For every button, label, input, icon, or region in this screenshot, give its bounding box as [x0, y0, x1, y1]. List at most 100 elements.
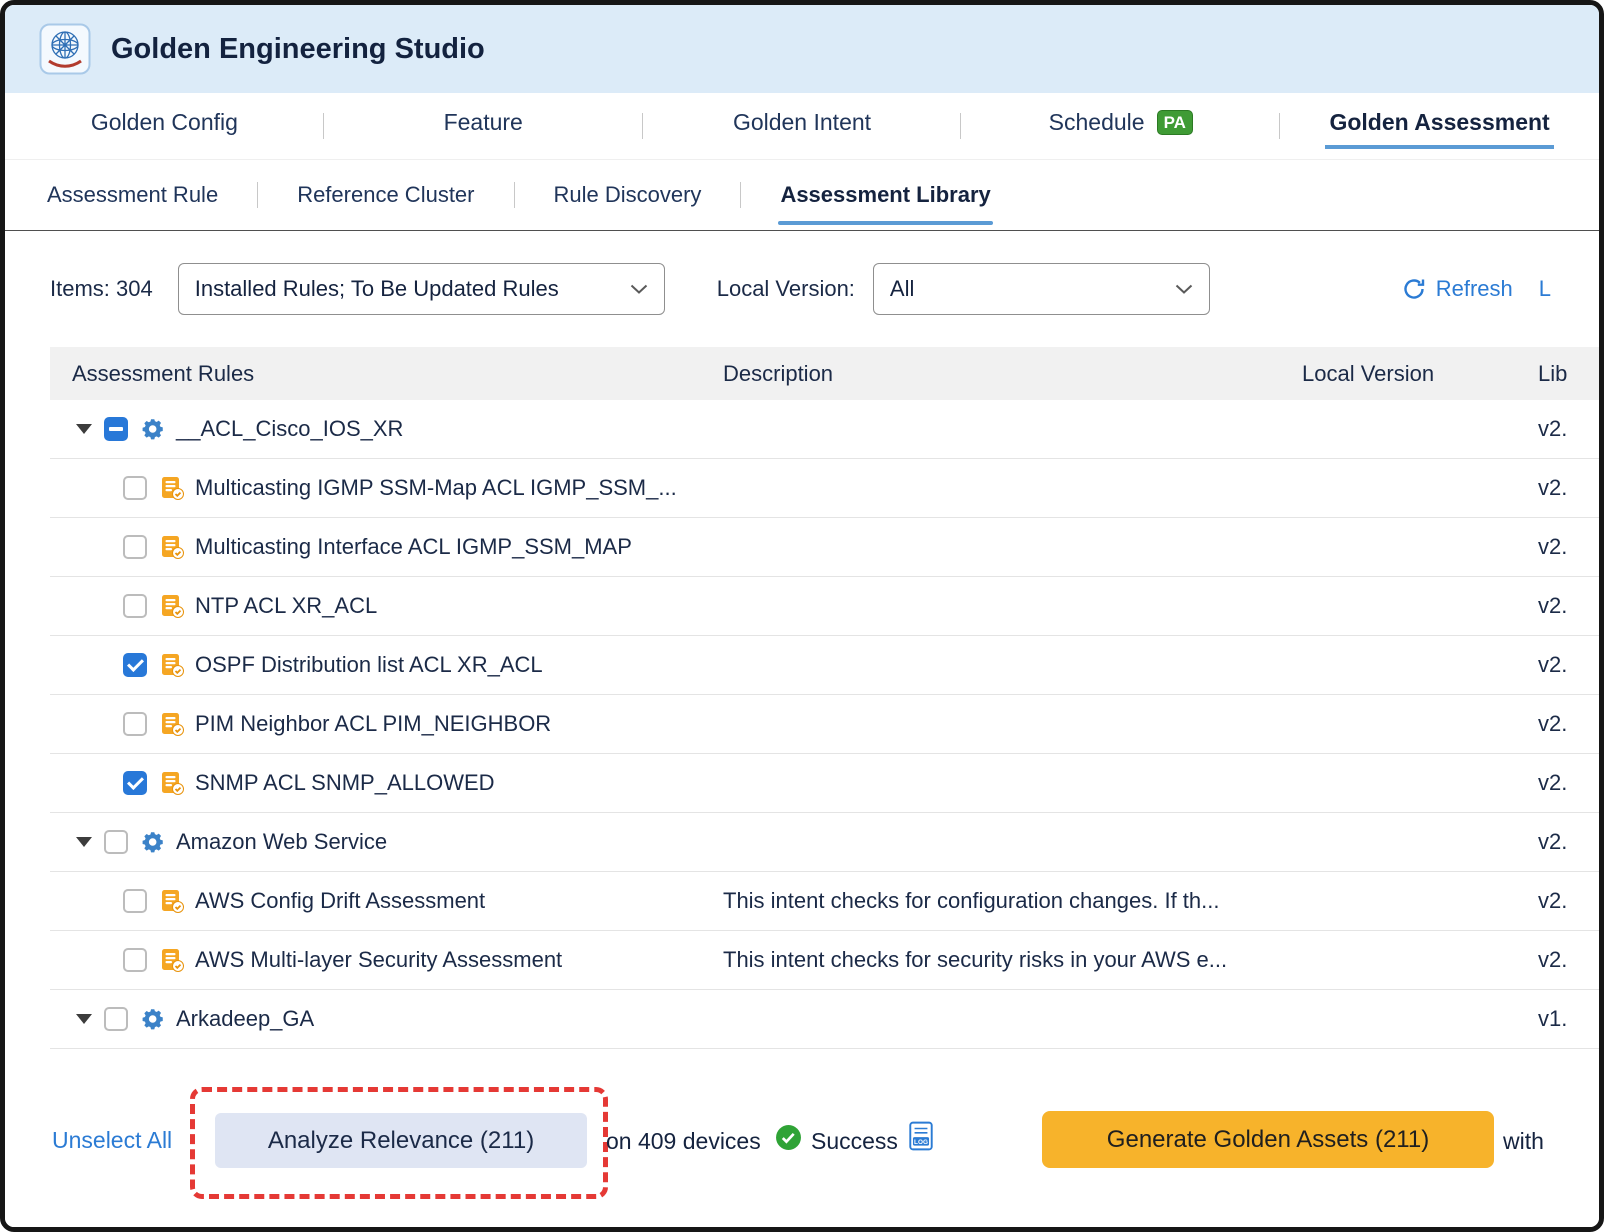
clipped-with-text: with — [1503, 1128, 1544, 1155]
tab-feature[interactable]: Feature — [324, 93, 643, 159]
row-checkbox[interactable] — [104, 417, 128, 441]
library-version-cell: v2. — [1525, 534, 1599, 560]
row-checkbox[interactable] — [123, 594, 147, 618]
table-row[interactable]: Amazon Web Service v2. — [50, 813, 1599, 872]
column-header-description: Description — [710, 361, 1290, 387]
library-version-cell: v2. — [1525, 416, 1599, 442]
pa-badge: PA — [1157, 110, 1193, 135]
rule-document-icon — [159, 534, 185, 560]
library-version-cell: v1. — [1525, 1006, 1599, 1032]
nav-divider — [514, 182, 515, 208]
row-checkbox[interactable] — [123, 771, 147, 795]
gear-icon — [140, 416, 166, 442]
tab-label: Golden Assessment — [1329, 109, 1549, 136]
status-text: Success — [811, 1128, 898, 1155]
column-header-library-version: Lib — [1525, 361, 1599, 387]
row-checkbox[interactable] — [123, 535, 147, 559]
row-checkbox[interactable] — [123, 653, 147, 677]
row-checkbox[interactable] — [123, 476, 147, 500]
gear-icon — [140, 829, 166, 855]
library-version-cell: v2. — [1525, 829, 1599, 855]
rule-document-icon — [159, 475, 185, 501]
tab-rule-discovery[interactable]: Rule Discovery — [552, 178, 704, 212]
library-version-cell: v2. — [1525, 593, 1599, 619]
tab-golden-assessment[interactable]: Golden Assessment — [1280, 93, 1599, 159]
rule-document-icon — [159, 711, 185, 737]
library-version-cell: v2. — [1525, 652, 1599, 678]
table-row[interactable]: AWS Config Drift Assessment This intent … — [50, 872, 1599, 931]
nav-divider — [257, 182, 258, 208]
footer: Unselect All Analyze Relevance (211) on … — [5, 1062, 1599, 1229]
tab-label: Golden Intent — [733, 109, 871, 136]
tab-golden-intent[interactable]: Golden Intent — [643, 93, 962, 159]
tab-reference-cluster[interactable]: Reference Cluster — [295, 178, 476, 212]
rule-group-label: Amazon Web Service — [176, 829, 387, 855]
clipped-link[interactable]: L — [1539, 276, 1551, 302]
tab-label: Feature — [444, 109, 523, 136]
library-version-cell: v2. — [1525, 888, 1599, 914]
tab-label: Schedule — [1049, 109, 1145, 136]
rule-document-icon — [159, 947, 185, 973]
table-row[interactable]: PIM Neighbor ACL PIM_NEIGHBOR v2. — [50, 695, 1599, 754]
table-row[interactable]: OSPF Distribution list ACL XR_ACL v2. — [50, 636, 1599, 695]
rule-description: This intent checks for security risks in… — [710, 947, 1290, 973]
table-row[interactable]: Multicasting IGMP SSM-Map ACL IGMP_SSM_.… — [50, 459, 1599, 518]
tab-golden-config[interactable]: Golden Config — [5, 93, 324, 159]
chevron-down-icon — [1175, 284, 1193, 294]
rule-label: NTP ACL XR_ACL — [195, 593, 377, 619]
rule-document-icon — [159, 888, 185, 914]
collapse-caret-icon[interactable] — [76, 837, 92, 847]
rules-filter-value: Installed Rules; To Be Updated Rules — [195, 276, 559, 302]
table-row[interactable]: __ACL_Cisco_IOS_XR v2. — [50, 400, 1599, 459]
rule-document-icon — [159, 593, 185, 619]
unselect-all-link[interactable]: Unselect All — [52, 1127, 172, 1154]
local-version-value: All — [890, 276, 914, 302]
collapse-caret-icon[interactable] — [76, 1014, 92, 1024]
library-version-cell: v2. — [1525, 947, 1599, 973]
rule-description: This intent checks for configuration cha… — [710, 888, 1290, 914]
analyze-relevance-button[interactable]: Analyze Relevance (211) — [215, 1113, 587, 1168]
rule-group-label: __ACL_Cisco_IOS_XR — [176, 416, 403, 442]
log-icon[interactable] — [908, 1121, 934, 1151]
library-version-cell: v2. — [1525, 770, 1599, 796]
tab-assessment-library[interactable]: Assessment Library — [778, 178, 992, 212]
row-checkbox[interactable] — [104, 1007, 128, 1031]
app-window: Golden Engineering Studio Golden Config … — [0, 0, 1604, 1232]
local-version-dropdown[interactable]: All — [873, 263, 1210, 315]
tab-schedule[interactable]: Schedule PA — [961, 93, 1280, 159]
table-row[interactable]: AWS Multi-layer Security Assessment This… — [50, 931, 1599, 990]
refresh-label: Refresh — [1436, 276, 1513, 302]
devices-text: on 409 devices — [606, 1128, 761, 1155]
app-logo-icon — [39, 23, 91, 75]
primary-nav: Golden Config Feature Golden Intent Sche… — [5, 93, 1599, 160]
generate-golden-assets-button[interactable]: Generate Golden Assets (211) — [1042, 1111, 1494, 1168]
table-row[interactable]: Multicasting Interface ACL IGMP_SSM_MAP … — [50, 518, 1599, 577]
rule-label: OSPF Distribution list ACL XR_ACL — [195, 652, 543, 678]
row-checkbox[interactable] — [104, 830, 128, 854]
nav-divider — [740, 182, 741, 208]
library-version-cell: v2. — [1525, 475, 1599, 501]
rule-label: PIM Neighbor ACL PIM_NEIGHBOR — [195, 711, 551, 737]
rule-document-icon — [159, 652, 185, 678]
library-version-cell: v2. — [1525, 711, 1599, 737]
refresh-button[interactable]: Refresh — [1402, 276, 1513, 302]
rule-group-label: Arkadeep_GA — [176, 1006, 314, 1032]
table-row[interactable]: Arkadeep_GA v1. — [50, 990, 1599, 1049]
table-row[interactable]: SNMP ACL SNMP_ALLOWED v2. — [50, 754, 1599, 813]
rule-label: Multicasting IGMP SSM-Map ACL IGMP_SSM_.… — [195, 475, 677, 501]
column-header-assessment-rules: Assessment Rules — [50, 361, 710, 387]
row-checkbox[interactable] — [123, 712, 147, 736]
rules-filter-dropdown[interactable]: Installed Rules; To Be Updated Rules — [178, 263, 665, 315]
row-checkbox[interactable] — [123, 889, 147, 913]
items-count: Items: 304 — [50, 276, 153, 302]
table-row[interactable]: NTP ACL XR_ACL v2. — [50, 577, 1599, 636]
toolbar: Items: 304 Installed Rules; To Be Update… — [5, 231, 1599, 347]
secondary-nav: Assessment Rule Reference Cluster Rule D… — [5, 160, 1599, 231]
tab-assessment-rule[interactable]: Assessment Rule — [45, 178, 220, 212]
row-checkbox[interactable] — [123, 948, 147, 972]
rule-label: SNMP ACL SNMP_ALLOWED — [195, 770, 495, 796]
collapse-caret-icon[interactable] — [76, 424, 92, 434]
table-row-partial[interactable] — [50, 1049, 1599, 1062]
local-version-label: Local Version: — [717, 276, 855, 302]
app-header: Golden Engineering Studio — [5, 5, 1599, 93]
